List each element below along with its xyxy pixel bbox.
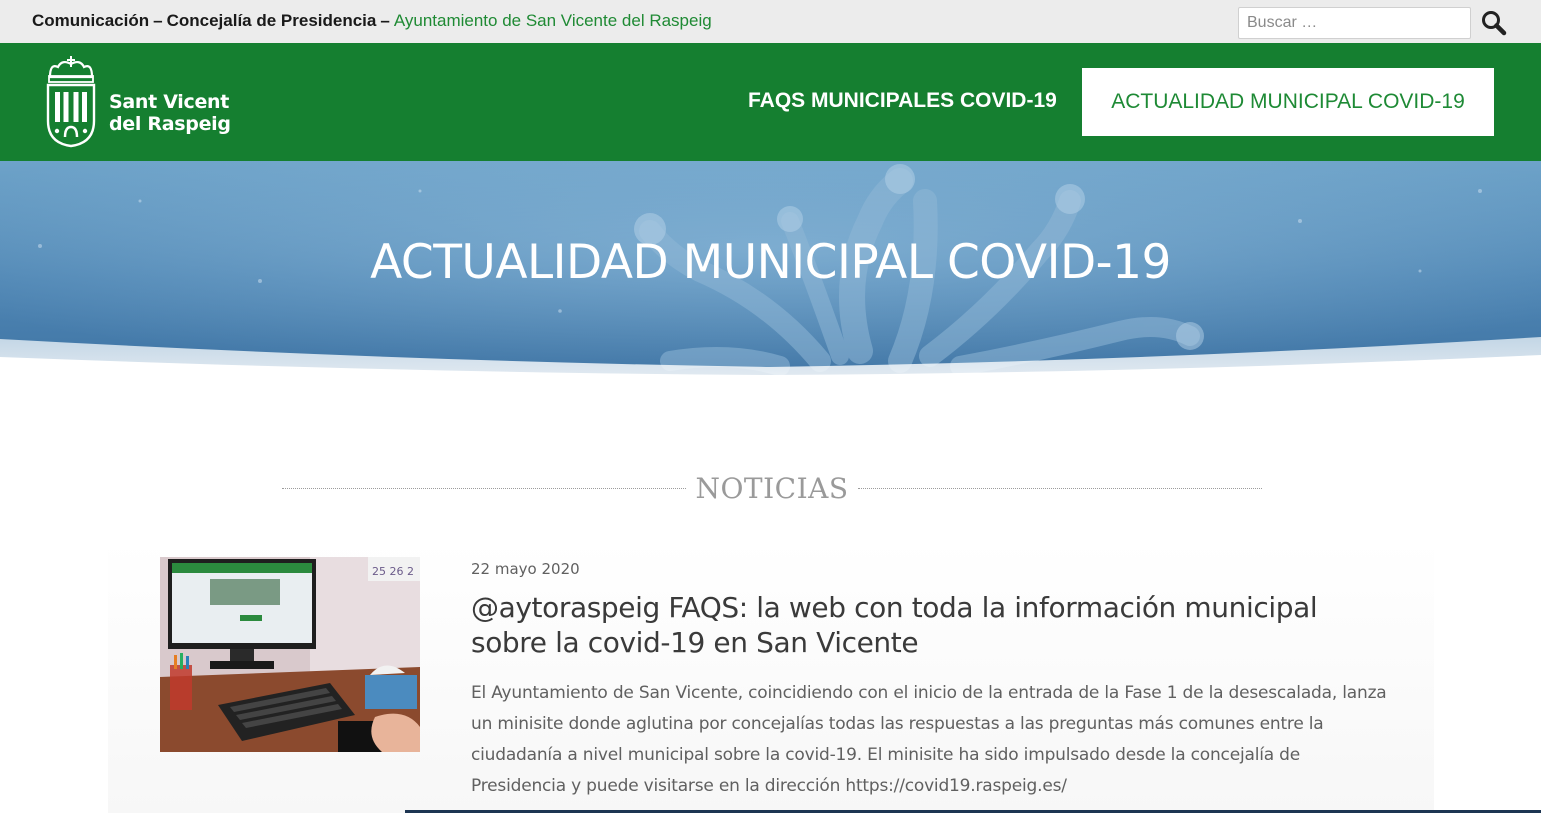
nav-item-actualidad[interactable]: ACTUALIDAD MUNICIPAL COVID-19	[1082, 68, 1494, 136]
breadcrumb-separator: –	[380, 11, 390, 30]
news-section-heading: NOTICIAS	[282, 470, 1262, 508]
logo-line-2: del Raspeig	[109, 113, 231, 135]
logo-wordmark: Sant Vicent del Raspeig	[109, 91, 231, 135]
coat-of-arms-icon	[46, 56, 96, 148]
search-icon	[1482, 11, 1507, 36]
post-date: 22 mayo 2020	[471, 560, 580, 578]
search-input[interactable]	[1238, 7, 1471, 39]
page-title: ACTUALIDAD MUNICIPAL COVID-19	[370, 235, 1171, 290]
post-excerpt: El Ayuntamiento de San Vicente, coincidi…	[471, 683, 1387, 796]
department-name: Concejalía de Presidencia	[166, 11, 377, 30]
section-name: Comunicación	[32, 11, 150, 30]
divider-right	[858, 488, 1262, 489]
breadcrumb-separator: –	[153, 11, 163, 30]
top-bar: Comunicación – Concejalía de Presidencia – A…	[0, 0, 1541, 43]
organization-link[interactable]: Ayuntamiento de San Vicente del Raspeig	[394, 11, 712, 30]
post-thumbnail[interactable]: 25 26 2	[160, 557, 420, 752]
computer-desk-image: 25 26 2	[160, 557, 420, 752]
site-header: Sant Vicent del Raspeig FAQS MUNICIPALES…	[0, 43, 1541, 161]
site-logo[interactable]: Sant Vicent del Raspeig	[44, 55, 234, 150]
hero-banner: ACTUALIDAD MUNICIPAL COVID-19	[0, 161, 1541, 378]
post-title-link[interactable]: @aytoraspeig FAQS: la web con toda la in…	[471, 590, 1371, 660]
section-title: NOTICIAS	[695, 472, 849, 505]
site-breadcrumb: Comunicación – Concejalía de Presidencia – A…	[32, 11, 712, 31]
svg-text:25 26 2: 25 26 2	[372, 565, 414, 578]
divider-left	[282, 488, 686, 489]
nav-item-faqs[interactable]: FAQS MUNICIPALES COVID-19	[748, 89, 1057, 113]
search-button[interactable]	[1480, 9, 1508, 37]
logo-line-1: Sant Vicent	[109, 91, 230, 113]
